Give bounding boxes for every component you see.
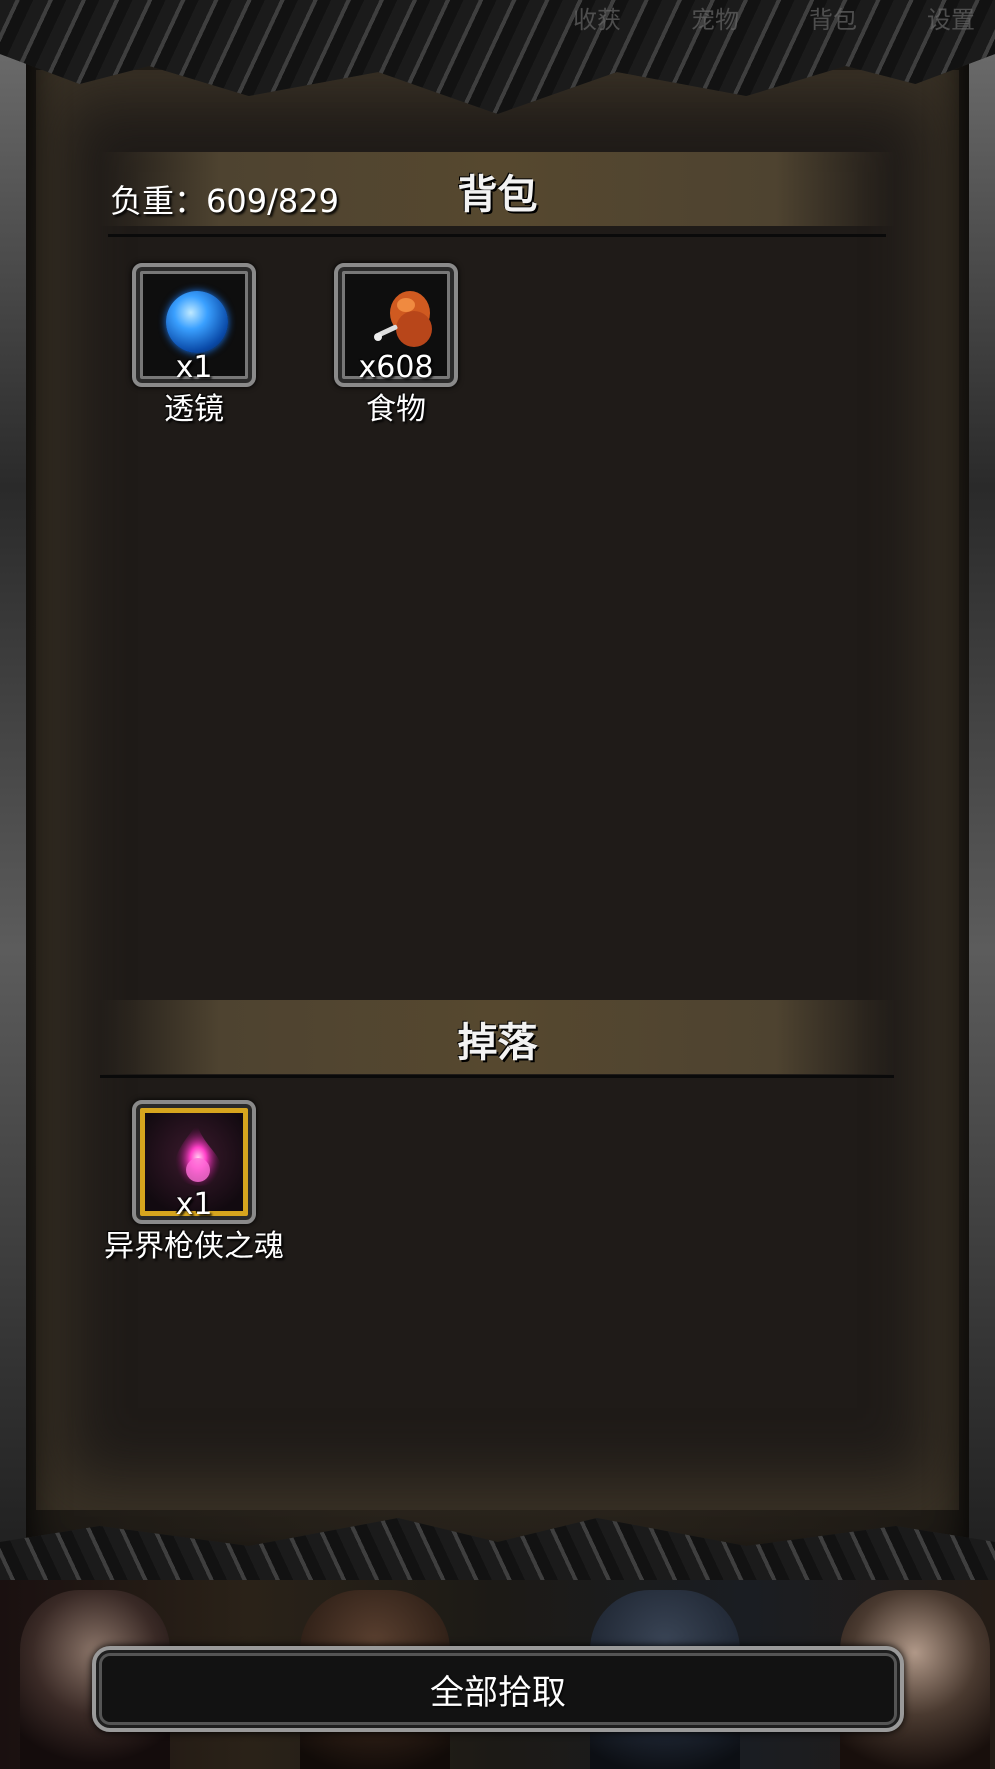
item-slot[interactable]: x1 — [132, 263, 256, 387]
drops-divider — [100, 1075, 894, 1078]
bag-item[interactable]: x608 食物 — [334, 263, 458, 433]
drops-title: 掉落 — [457, 1020, 538, 1066]
item-name: 异界枪侠之魂 — [104, 1229, 284, 1264]
bag-divider — [108, 234, 886, 237]
item-name: 透镜 — [164, 392, 224, 427]
frame-border — [0, 0, 995, 1590]
item-slot[interactable]: x1 — [132, 1100, 256, 1224]
pickup-all-button[interactable]: 全部拾取 — [92, 1646, 904, 1732]
tab-pet[interactable]: 宠物 — [691, 0, 739, 34]
tab-settings[interactable]: 设置 — [927, 0, 975, 34]
item-count: x1 — [175, 1187, 213, 1222]
top-tabs: 收获 宠物 背包 设置 — [0, 0, 995, 34]
tab-harvest[interactable]: 收获 — [573, 0, 621, 34]
tab-bag[interactable]: 背包 — [809, 0, 857, 34]
item-slot[interactable]: x608 — [334, 263, 458, 387]
weight-label: 负重：609/829 — [110, 182, 339, 220]
item-count: x608 — [358, 350, 434, 385]
item-count: x1 — [175, 350, 213, 385]
bag-item[interactable]: x1 透镜 — [132, 263, 256, 433]
blue-orb-icon — [166, 291, 228, 353]
item-name: 食物 — [366, 392, 426, 427]
drops-header: 掉落 — [100, 1000, 895, 1074]
drop-item[interactable]: x1 异界枪侠之魂 — [104, 1100, 284, 1270]
